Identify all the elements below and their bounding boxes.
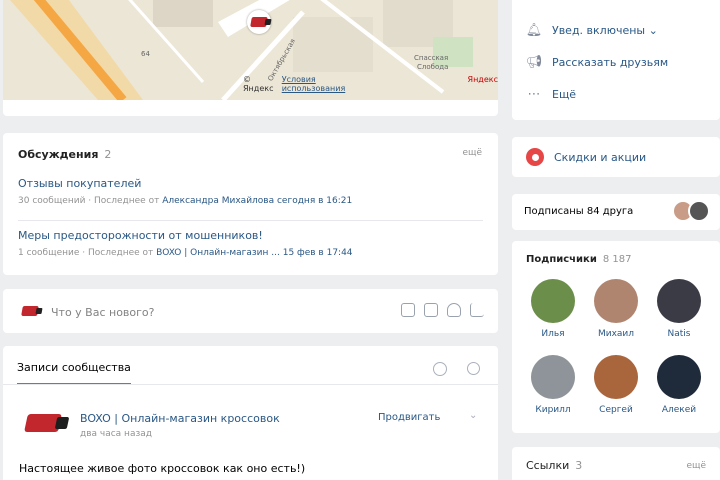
avatar bbox=[531, 279, 575, 323]
yandex-logo[interactable]: Яндекс bbox=[468, 75, 498, 93]
discussions-all-link[interactable]: ещё bbox=[462, 148, 482, 158]
map-marker[interactable] bbox=[247, 10, 271, 34]
sale-icon bbox=[526, 148, 544, 166]
member-name: Кирилл bbox=[535, 405, 571, 415]
post-author-avatar[interactable] bbox=[19, 408, 67, 438]
topic-message-count: 30 сообщений bbox=[18, 196, 86, 206]
links-header[interactable]: Ссылки 3 bbox=[526, 459, 582, 472]
links-title: Ссылки bbox=[526, 459, 570, 472]
topic-last-prefix: Последнее от bbox=[87, 248, 154, 258]
friends-following-label[interactable]: Подписаны 84 друга bbox=[524, 206, 633, 217]
members-title: Подписчики bbox=[526, 254, 597, 265]
topic-meta: 30 сообщений · Последнее от Александра М… bbox=[18, 196, 353, 206]
search-icon[interactable] bbox=[467, 362, 480, 375]
action-label: Ещё bbox=[552, 87, 577, 101]
sales-link[interactable]: Скидки и акции bbox=[554, 151, 646, 164]
music-icon[interactable] bbox=[447, 303, 461, 317]
tab-divider bbox=[3, 384, 498, 385]
sales-card[interactable]: Скидки и акции bbox=[512, 137, 720, 177]
avatar bbox=[657, 279, 701, 323]
links-card: Ссылки 3 ещё bbox=[512, 447, 720, 480]
member-item[interactable]: Михаил bbox=[588, 279, 644, 339]
shop-logo-icon bbox=[24, 414, 62, 432]
topic-last-author-link[interactable]: Александра Михайлова сегодня в 16:21 bbox=[162, 196, 352, 206]
map-terms-link[interactable]: Условия использования bbox=[282, 75, 362, 93]
refresh-icon[interactable] bbox=[433, 362, 447, 376]
discussions-header[interactable]: Обсуждения 2 bbox=[18, 148, 111, 161]
member-name: Natis bbox=[667, 329, 691, 339]
shop-logo-icon bbox=[21, 306, 39, 316]
discussion-topic: Меры предосторожности от мошенников! 1 с… bbox=[18, 229, 483, 258]
text-icon[interactable] bbox=[470, 303, 484, 317]
topic-message-count: 1 сообщение bbox=[18, 248, 80, 258]
member-name: Сергей bbox=[599, 405, 633, 415]
camera-icon[interactable] bbox=[401, 303, 415, 317]
avatar bbox=[657, 355, 701, 399]
avatar bbox=[594, 355, 638, 399]
map-credits: © Яндекс Условия использования Яндекс bbox=[243, 75, 498, 93]
avatar bbox=[594, 279, 638, 323]
post-composer[interactable]: Что у Вас нового? bbox=[3, 289, 498, 333]
more-button[interactable]: ⋯ Ещё bbox=[526, 86, 577, 102]
avatar bbox=[531, 355, 575, 399]
member-item[interactable]: Алекей bbox=[651, 355, 707, 415]
post-author-link[interactable]: BOXO | Онлайн-магазин кроссовок bbox=[80, 412, 280, 425]
shop-logo-icon bbox=[250, 17, 268, 27]
wall-tools bbox=[433, 362, 480, 376]
discussions-count: 2 bbox=[104, 148, 112, 161]
member-item[interactable]: Кирилл bbox=[525, 355, 581, 415]
discussions-title: Обсуждения bbox=[18, 148, 99, 161]
discussions-card: Обсуждения 2 ещё Отзывы покупателей 30 со… bbox=[3, 133, 498, 275]
community-avatar bbox=[17, 303, 43, 319]
composer-placeholder[interactable]: Что у Вас нового? bbox=[51, 306, 155, 319]
action-label: Увед. включены ⌄ bbox=[552, 23, 658, 37]
members-header[interactable]: Подписчики 8 187 bbox=[526, 254, 631, 265]
topic-meta: 1 сообщение · Последнее от BOXO | Онлайн… bbox=[18, 248, 353, 258]
discussion-topic: Отзывы покупателей 30 сообщений · Послед… bbox=[18, 177, 483, 206]
post-time[interactable]: два часа назад bbox=[80, 429, 152, 439]
map-card: 64 Спасская Слобода Октябрьская © Яндекс… bbox=[3, 0, 498, 116]
actions-card: 🔔︎ Увед. включены ⌄ 📢︎ Рассказать друзья… bbox=[512, 0, 720, 120]
members-count: 8 187 bbox=[602, 254, 632, 265]
action-label: Рассказать друзьям bbox=[552, 55, 669, 69]
map-view[interactable]: 64 Спасская Слобода Октябрьская © Яндекс… bbox=[3, 0, 498, 100]
share-with-friends-button[interactable]: 📢︎ Рассказать друзьям bbox=[526, 54, 668, 70]
map-label: Спасская bbox=[414, 54, 449, 62]
post-text: Настоящее живое фото кроссовок как оно е… bbox=[19, 462, 306, 475]
member-item[interactable]: Сергей bbox=[588, 355, 644, 415]
avatar bbox=[688, 200, 710, 222]
member-item[interactable]: Илья bbox=[525, 279, 581, 339]
promote-button[interactable]: Продвигать bbox=[378, 412, 440, 423]
topic-title-link[interactable]: Меры предосторожности от мошенников! bbox=[18, 229, 483, 242]
topic-title-link[interactable]: Отзывы покупателей bbox=[18, 177, 483, 190]
video-icon[interactable] bbox=[424, 303, 438, 317]
composer-tools bbox=[401, 303, 484, 317]
links-count: 3 bbox=[575, 459, 583, 472]
tab-community-posts[interactable]: Записи сообщества bbox=[17, 361, 131, 385]
topic-last-author-link[interactable]: BOXO | Онлайн-магазин ... 15 фев в 17:44 bbox=[156, 248, 352, 258]
topic-last-prefix: Последнее от bbox=[94, 196, 160, 206]
member-name: Илья bbox=[541, 329, 565, 339]
members-card: Подписчики 8 187 Илья Михаил Natis Кирилл… bbox=[512, 241, 720, 433]
divider bbox=[18, 220, 483, 221]
notifications-toggle[interactable]: 🔔︎ Увед. включены ⌄ bbox=[526, 22, 658, 38]
more-icon: ⋯ bbox=[527, 86, 541, 102]
map-label: 64 bbox=[141, 50, 150, 58]
friends-card[interactable]: Подписаны 84 друга bbox=[512, 194, 720, 230]
member-name: Михаил bbox=[597, 329, 635, 339]
megaphone-icon: 📢︎ bbox=[525, 54, 543, 70]
friends-avatars bbox=[672, 200, 710, 222]
member-name: Алекей bbox=[661, 405, 697, 415]
map-copyright: © Яндекс bbox=[243, 75, 274, 93]
links-all-link[interactable]: ещё bbox=[686, 461, 706, 471]
member-item[interactable]: Natis bbox=[651, 279, 707, 339]
bell-icon: 🔔︎ bbox=[525, 22, 543, 38]
map-label: Слобода bbox=[417, 63, 449, 71]
wall-card: Записи сообщества BOXO | Онлайн-магазин … bbox=[3, 346, 498, 480]
chevron-down-icon[interactable]: ⌄ bbox=[469, 410, 477, 421]
